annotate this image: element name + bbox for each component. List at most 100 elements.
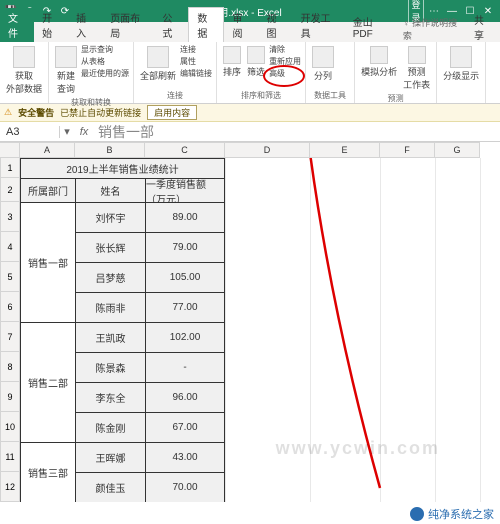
warning-label: 安全警告 <box>18 106 54 119</box>
edit-links-button[interactable]: 编辑链接 <box>180 68 212 79</box>
table-row: 陈雨非77.00 <box>76 293 224 323</box>
value-cell: 67.00 <box>146 413 224 443</box>
value-cell: 105.00 <box>146 263 224 293</box>
from-table-button[interactable]: 从表格 <box>81 56 129 67</box>
table-row: 王晖娜43.00 <box>76 443 224 473</box>
value-cell: 70.00 <box>146 473 224 502</box>
name-box[interactable]: A3 <box>0 126 60 138</box>
tab-dev[interactable]: 开发工具 <box>293 8 345 42</box>
value-cell: 43.00 <box>146 443 224 473</box>
row-header[interactable]: 4 <box>0 232 20 262</box>
col-header[interactable]: C <box>145 142 225 158</box>
forecast-sheet-button[interactable]: 预测 工作表 <box>401 44 432 93</box>
row-header[interactable]: 2 <box>0 178 20 202</box>
whatif-button[interactable]: 模拟分析 <box>359 44 399 80</box>
dept-cell: 销售一部 <box>21 203 76 323</box>
refresh-all-button[interactable]: 全部刷新 <box>138 44 178 84</box>
name-cell: 吕梦慈 <box>76 263 146 293</box>
group-label: 预测 <box>359 93 432 104</box>
get-external-data-button[interactable]: 获取 外部数据 <box>4 44 44 97</box>
tab-view[interactable]: 视图 <box>259 8 293 42</box>
row-headers[interactable]: 123456789101112 <box>0 158 20 502</box>
group-label: 连接 <box>138 90 212 101</box>
value-cell: 102.00 <box>146 323 224 353</box>
footer-brand: 纯净系统之家 <box>410 506 494 522</box>
text-to-columns-button[interactable]: 分列 <box>310 44 336 84</box>
table-row: 颜佳玉70.00 <box>76 473 224 502</box>
enable-content-button[interactable]: 启用内容 <box>147 105 197 120</box>
outline-button[interactable]: 分级显示 <box>441 44 481 84</box>
col-dept: 所属部门 <box>21 179 76 203</box>
table-row: 张长辉79.00 <box>76 233 224 263</box>
value-cell: 77.00 <box>146 293 224 323</box>
tab-formula[interactable]: 公式 <box>154 8 188 42</box>
dept-cell: 销售二部 <box>21 323 76 443</box>
advanced-filter-button[interactable]: 高级 <box>269 68 301 79</box>
connections-button[interactable]: 连接 <box>180 44 212 55</box>
row-header[interactable]: 1 <box>0 158 20 178</box>
share-button[interactable]: 共享 <box>466 12 500 42</box>
formula-bar: A3 ▾ fx 销售一部 <box>0 122 500 142</box>
table-row: 吕梦慈105.00 <box>76 263 224 293</box>
fx-icon[interactable]: fx <box>74 126 94 138</box>
value-cell: - <box>146 353 224 383</box>
row-header[interactable]: 7 <box>0 322 20 352</box>
row-header[interactable]: 8 <box>0 352 20 382</box>
dept-cell: 销售三部 <box>21 443 76 502</box>
minimize-icon[interactable]: — <box>444 6 460 17</box>
tab-wps[interactable]: 金山PDF <box>345 12 397 42</box>
row-header[interactable]: 5 <box>0 262 20 292</box>
table-row: 陈金刚67.00 <box>76 413 224 443</box>
col-header[interactable]: E <box>310 142 380 158</box>
tab-layout[interactable]: 页面布局 <box>102 8 154 42</box>
table-row: 王凯政102.00 <box>76 323 224 353</box>
row-header[interactable]: 9 <box>0 382 20 412</box>
name-cell: 陈景森 <box>76 353 146 383</box>
table-row: 李东全96.00 <box>76 383 224 413</box>
group-label: 排序和筛选 <box>221 90 301 101</box>
tab-home[interactable]: 开始 <box>34 8 68 42</box>
worksheet[interactable]: ABCDEFG 123456789101112 2019上半年销售业绩统计 所属… <box>0 142 500 502</box>
col-header[interactable]: F <box>380 142 435 158</box>
col-header[interactable]: G <box>435 142 480 158</box>
col-sales: 一季度销售额（万元） <box>146 179 224 203</box>
col-header[interactable]: B <box>75 142 145 158</box>
name-box-dropdown-icon[interactable]: ▾ <box>60 125 74 138</box>
col-header[interactable] <box>0 142 20 158</box>
ribbon-options-icon[interactable]: ⋯ <box>426 6 442 17</box>
tab-insert[interactable]: 插入 <box>68 8 102 42</box>
row-header[interactable]: 6 <box>0 292 20 322</box>
ribbon: 获取 外部数据 新建 查询 显示查询 从表格 最近使用的源 获取和转换 全部刷新… <box>0 42 500 104</box>
clear-button[interactable]: 清除 <box>269 44 301 55</box>
show-queries-button[interactable]: 显示查询 <box>81 44 129 55</box>
name-cell: 颜佳玉 <box>76 473 146 502</box>
sort-button[interactable]: 排序 <box>221 44 243 80</box>
value-cell: 79.00 <box>146 233 224 263</box>
col-header[interactable]: A <box>20 142 75 158</box>
row-header[interactable]: 3 <box>0 202 20 232</box>
table-row: 刘怀宇89.00 <box>76 203 224 233</box>
properties-button[interactable]: 属性 <box>180 56 212 67</box>
col-header[interactable]: D <box>225 142 310 158</box>
tab-file[interactable]: 文件 <box>0 8 34 42</box>
warning-message: 已禁止自动更新链接 <box>60 106 141 119</box>
brand-logo-icon <box>410 507 424 521</box>
row-header[interactable]: 11 <box>0 442 20 472</box>
watermark: www.ycwin.com <box>276 438 440 459</box>
value-cell: 89.00 <box>146 203 224 233</box>
name-cell: 王凯政 <box>76 323 146 353</box>
name-cell: 王晖娜 <box>76 443 146 473</box>
row-header[interactable]: 10 <box>0 412 20 442</box>
name-cell: 张长辉 <box>76 233 146 263</box>
tell-me[interactable]: ♀ 操作说明搜索 <box>397 16 466 42</box>
recent-sources-button[interactable]: 最近使用的源 <box>81 68 129 79</box>
ribbon-tabs: 文件 开始 插入 页面布局 公式 数据 审阅 视图 开发工具 金山PDF ♀ 操… <box>0 22 500 42</box>
new-query-button[interactable]: 新建 查询 <box>53 44 79 97</box>
formula-input[interactable]: 销售一部 <box>94 122 500 142</box>
tab-review[interactable]: 审阅 <box>224 8 258 42</box>
name-cell: 刘怀宇 <box>76 203 146 233</box>
shield-icon: ⚠ <box>4 107 12 118</box>
tab-data[interactable]: 数据 <box>188 7 224 42</box>
row-header[interactable]: 12 <box>0 472 20 502</box>
column-headers[interactable]: ABCDEFG <box>0 142 500 158</box>
